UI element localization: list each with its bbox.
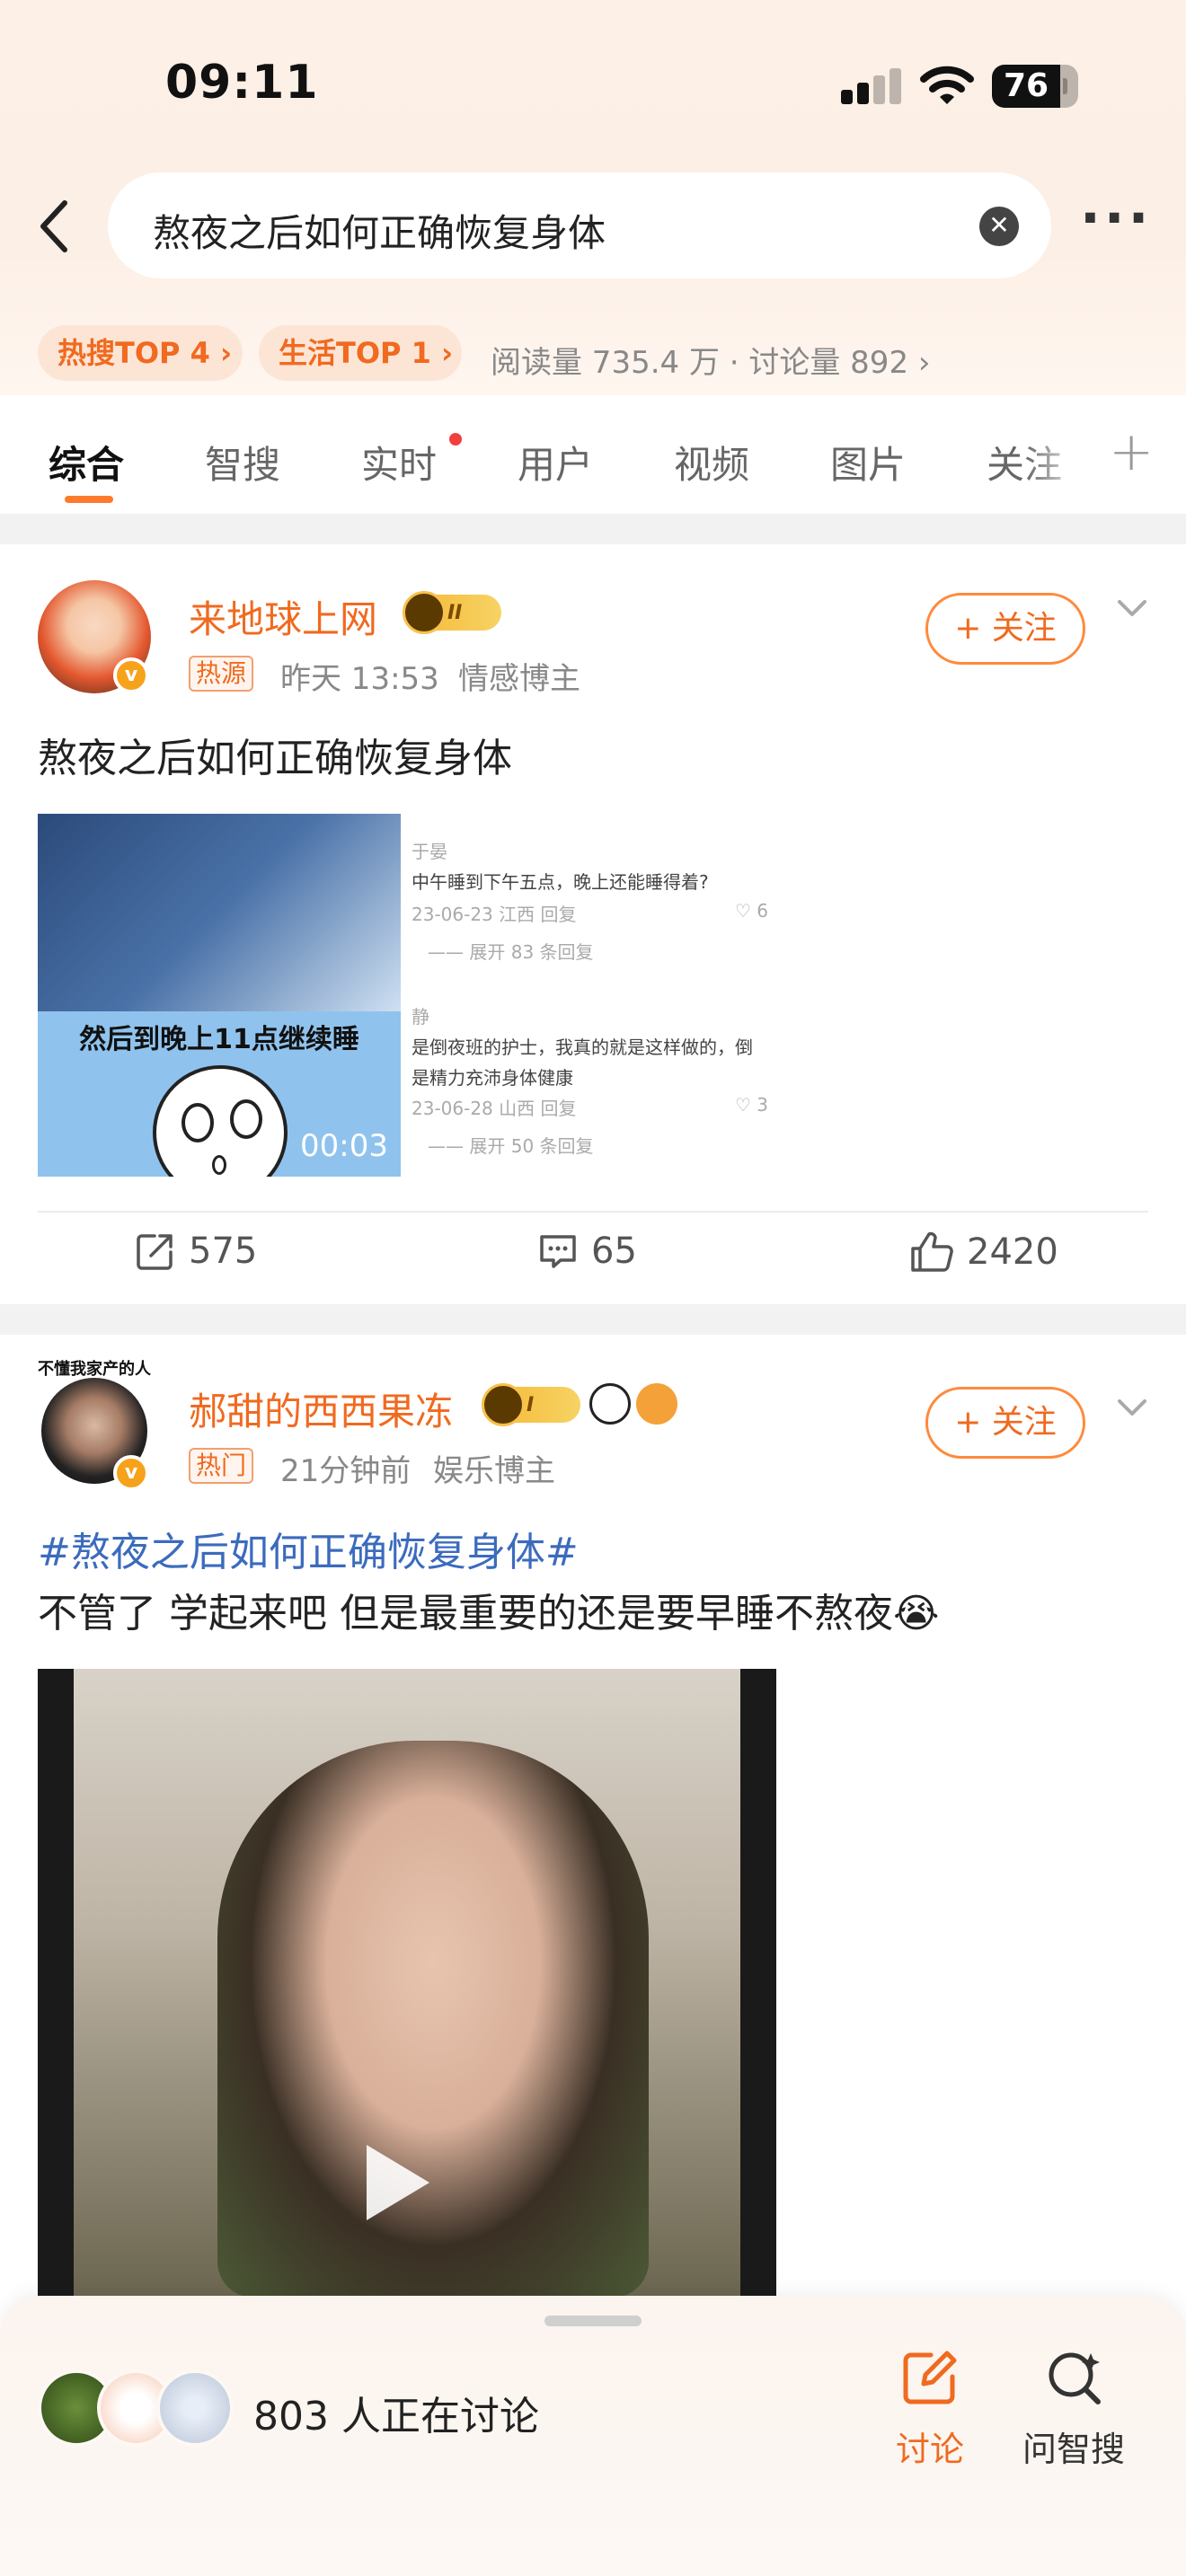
participant-avatar <box>156 2369 234 2447</box>
section-gap <box>0 1304 1186 1335</box>
post-text: 熬夜之后如何正确恢复身体 <box>38 736 512 781</box>
back-button[interactable] <box>27 190 81 262</box>
hashtag-text[interactable]: #熬夜之后如何正确恢复身体# <box>38 1530 579 1575</box>
video-caption: 然后到晚上11点继续睡 <box>79 1024 359 1055</box>
discuss-label: 讨论 <box>895 2430 964 2469</box>
smart-search-icon <box>1049 2352 1101 2404</box>
tab-fade-overlay <box>1024 413 1087 503</box>
comment-icon <box>540 1235 576 1268</box>
ask-smart-search-button[interactable]: 问智搜 <box>1015 2346 1132 2471</box>
more-options-button[interactable]: ··· <box>1080 191 1152 250</box>
comment-line: 23-06-23 江西 回复 <box>412 904 577 925</box>
avatar-caption: 不懂我家产的人 <box>38 1360 151 1379</box>
tab-video[interactable]: 视频 <box>674 435 749 490</box>
add-tab-button[interactable]: + <box>1109 420 1154 483</box>
status-bar: 09:11 76 <box>0 0 1186 171</box>
follow-button[interactable]: + 关注 <box>925 593 1085 665</box>
active-tab-indicator <box>65 496 113 503</box>
post-actions: 575 65 2420 <box>0 1231 1186 1284</box>
discuss-button[interactable]: 讨论 <box>872 2346 988 2471</box>
source-tag: 热源 <box>189 656 254 692</box>
comment-line: 于晏 <box>412 841 447 862</box>
battery-icon: 76 <box>992 65 1067 108</box>
tab-comprehensive[interactable]: 综合 <box>49 435 124 490</box>
new-content-dot <box>449 433 462 446</box>
post-time: 昨天 13:53 <box>280 661 439 697</box>
video-duration: 00:03 <box>300 1128 388 1164</box>
post-time: 21分钟前 <box>280 1453 412 1489</box>
drag-handle[interactable] <box>544 2316 642 2326</box>
wifi-icon <box>920 66 974 104</box>
status-time: 09:11 <box>165 56 319 110</box>
share-icon <box>137 1234 173 1270</box>
comment-line: 静 <box>412 1006 429 1028</box>
verified-badge-icon: v <box>113 1455 149 1491</box>
comment-line: 23-06-28 山西 回复 <box>412 1098 577 1119</box>
like-button[interactable]: 2420 <box>909 1231 1058 1274</box>
video-thumbnail[interactable]: 然后到晚上11点继续睡 00:03 <box>38 814 401 1177</box>
comment-line: 中午睡到下午五点，晚上还能睡得着? <box>412 871 709 893</box>
battery-level: 76 <box>1003 67 1049 104</box>
source-tag: 热门 <box>189 1448 254 1484</box>
thumbs-up-icon <box>911 1231 953 1272</box>
fish-badge-icon <box>636 1383 677 1425</box>
ask-smart-search-label: 问智搜 <box>1022 2430 1125 2469</box>
search-query: 熬夜之后如何正确恢复身体 <box>153 211 606 255</box>
tab-images[interactable]: 图片 <box>830 435 906 490</box>
search-input[interactable]: 熬夜之后如何正确恢复身体 ✕ <box>108 172 1051 278</box>
chevron-down-icon[interactable] <box>1114 1394 1150 1421</box>
discussion-bar: 803 人正在讨论 讨论 问智搜 <box>0 2296 1186 2576</box>
tab-bar: 综合 智搜 实时 用户 视频 图片 关注 + <box>0 395 1186 514</box>
tab-users[interactable]: 用户 <box>518 435 593 490</box>
section-gap <box>0 514 1186 544</box>
post-body: 不管了 学起来吧 但是最重要的还是要早睡不熬夜 <box>38 1591 893 1636</box>
like-count: 2420 <box>967 1231 1058 1273</box>
comment-count: 65 <box>591 1231 637 1272</box>
comment-screenshot-image[interactable]: 于晏 中午睡到下午五点，晚上还能睡得着? 23-06-23 江西 回复 ♡ 6 … <box>401 814 782 1177</box>
vip-level: I <box>527 1393 535 1416</box>
life-rank-chip[interactable]: 生活TOP 1 › <box>259 325 462 381</box>
hashtag-link[interactable]: #熬夜之后如何正确恢复身体# <box>38 1520 579 1577</box>
read-discuss-stats[interactable]: 阅读量 735.4 万 · 讨论量 892 › <box>491 338 930 382</box>
cellular-signal-icon <box>841 68 904 104</box>
thumbnail-sleeping-scene <box>38 814 401 1011</box>
post-category: 情感博主 <box>458 661 580 697</box>
crying-emoji-icon: 😭 <box>892 1591 940 1636</box>
discussing-count: 803 人正在讨论 <box>253 2394 539 2439</box>
panda-badge-icon <box>589 1383 631 1425</box>
video-player[interactable] <box>38 1669 776 2298</box>
post-text: 不管了 学起来吧 但是最重要的还是要早睡不熬夜😭 <box>38 1581 939 1638</box>
comment-line: 是精力充沛身体健康 <box>412 1067 573 1089</box>
chevron-down-icon[interactable] <box>1114 595 1150 622</box>
vip-level: II <box>447 601 463 624</box>
share-count: 575 <box>189 1231 258 1272</box>
vip-badge-icon: I <box>482 1383 580 1426</box>
post-username[interactable]: 郝甜的西西果冻 <box>189 1381 453 1436</box>
comment-button[interactable]: 65 <box>537 1231 637 1272</box>
comment-line: —— 展开 50 条回复 <box>428 1135 594 1157</box>
post-category: 娱乐博主 <box>433 1453 555 1489</box>
hot-search-rank-chip[interactable]: 热搜TOP 4 › <box>38 325 243 381</box>
tab-smart-search[interactable]: 智搜 <box>205 435 280 490</box>
comment-line: 是倒夜班的护士，我真的就是这样做的，倒 <box>412 1037 753 1058</box>
divider <box>38 1211 1148 1213</box>
play-icon[interactable] <box>367 2145 429 2220</box>
edit-icon <box>903 2351 957 2404</box>
verified-badge-icon: v <box>113 657 149 693</box>
chevron-left-icon <box>40 200 67 252</box>
clear-search-button[interactable]: ✕ <box>979 207 1019 246</box>
follow-button[interactable]: + 关注 <box>925 1387 1085 1459</box>
comment-like-count: ♡ 6 <box>735 900 769 922</box>
tab-realtime[interactable]: 实时 <box>361 435 437 490</box>
comment-like-count: ♡ 3 <box>735 1094 769 1116</box>
share-button[interactable]: 575 <box>135 1231 257 1272</box>
comment-line: —— 展开 83 条回复 <box>428 941 594 963</box>
vip-badge-icon: II <box>403 591 501 634</box>
post-username[interactable]: 来地球上网 <box>189 589 377 644</box>
